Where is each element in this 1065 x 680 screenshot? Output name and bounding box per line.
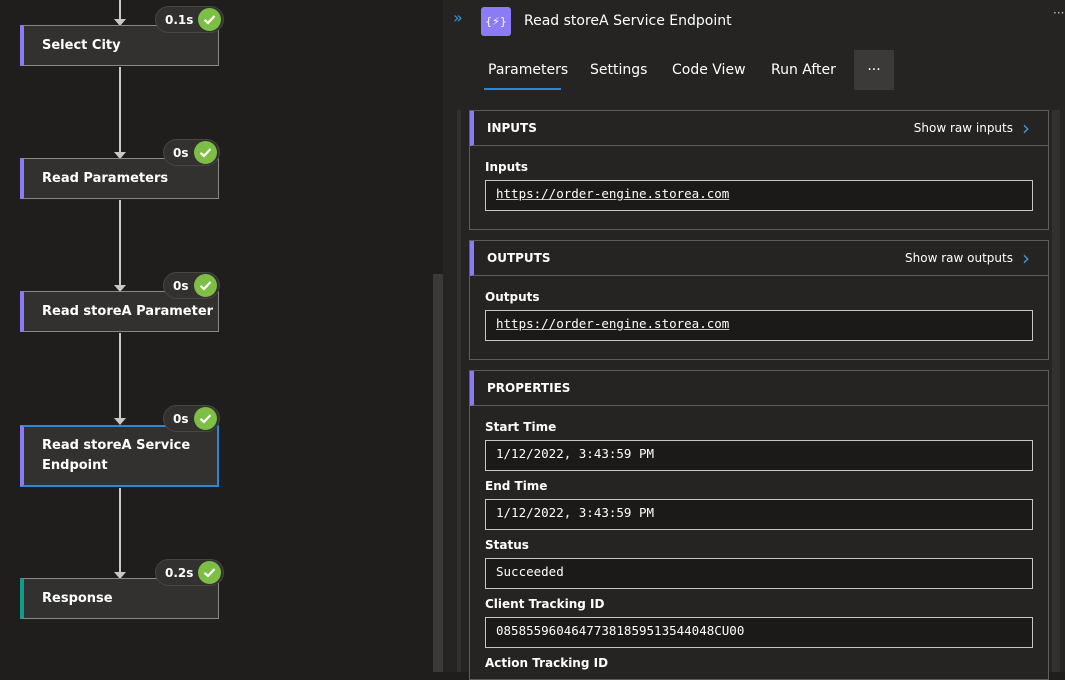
panel-scrollbar-thumb[interactable] — [1052, 110, 1060, 672]
end-time-value: 1/12/2022, 3:43:59 PM — [485, 499, 1033, 530]
duration-badge: 0.1s — [155, 6, 225, 33]
duration-badge: 0s — [163, 139, 220, 166]
success-check-icon — [198, 561, 222, 584]
start-time-value: 1/12/2022, 3:43:59 PM — [485, 440, 1033, 471]
inputs-label: Inputs — [485, 160, 529, 174]
chevron-right-icon: › — [1022, 246, 1030, 270]
client-tracking-id-label: Client Tracking ID — [485, 597, 605, 611]
outputs-header[interactable]: OUTPUTS Show raw outputs › — [470, 241, 1048, 276]
outputs-value[interactable]: https://order-engine.storea.com — [485, 310, 1033, 341]
duration-text: 0.1s — [165, 12, 194, 27]
action-tracking-id-label: Action Tracking ID — [485, 656, 609, 670]
inputs-url[interactable]: https://order-engine.storea.com — [496, 186, 729, 201]
inputs-section: INPUTS Show raw inputs › — [469, 110, 1049, 230]
tab-settings[interactable]: Settings — [590, 62, 647, 78]
tab-run-after[interactable]: Run After — [771, 62, 836, 78]
start-time-label: Start Time — [485, 420, 557, 434]
step-label: Read storeA Parameter — [42, 304, 214, 319]
duration-badge: 0s — [163, 272, 220, 299]
success-check-icon — [193, 407, 217, 430]
tab-more-button[interactable]: ··· — [854, 50, 894, 90]
outputs-section: OUTPUTS Show raw outputs › — [469, 240, 1049, 360]
inputs-header[interactable]: INPUTS Show raw inputs › — [470, 111, 1048, 146]
section-title: PROPERTIES — [487, 381, 571, 395]
success-check-icon — [193, 274, 217, 297]
step-read-storea-service-endpoint[interactable]: Read storeA Service Endpoint — [20, 425, 219, 487]
status-label: Status — [485, 538, 529, 552]
client-tracking-id-value: 08585596046477381859513544048CU00 — [485, 617, 1033, 648]
success-check-icon — [198, 8, 222, 31]
status-value: Succeeded — [485, 558, 1033, 589]
step-label: Read Parameters — [42, 171, 169, 186]
tab-parameters[interactable]: Parameters — [488, 62, 568, 78]
connector-line — [119, 200, 121, 285]
connector-line — [119, 67, 121, 152]
connector-arrow — [114, 418, 126, 425]
properties-header[interactable]: PROPERTIES — [470, 371, 1048, 406]
end-time-label: End Time — [485, 479, 548, 493]
raw-link-label: Show raw outputs — [905, 251, 1013, 265]
step-label: Response — [42, 591, 113, 606]
connector-line — [119, 333, 121, 418]
collapse-panel-icon[interactable]: » — [453, 8, 463, 27]
duration-badge: 0s — [163, 405, 220, 432]
active-tab-indicator — [484, 88, 561, 90]
outputs-url[interactable]: https://order-engine.storea.com — [496, 316, 729, 331]
tab-code-view[interactable]: Code View — [672, 62, 746, 78]
outputs-label: Outputs — [485, 290, 540, 304]
duration-badge: 0.2s — [155, 559, 225, 586]
panel-left-scroll-strip — [457, 110, 461, 672]
chevron-right-icon: › — [1022, 116, 1030, 140]
duration-text: 0s — [173, 411, 189, 426]
section-title: OUTPUTS — [487, 251, 551, 265]
data-operation-icon: {⚡} — [481, 7, 511, 36]
success-check-icon — [193, 141, 217, 164]
inputs-value[interactable]: https://order-engine.storea.com — [485, 180, 1033, 211]
panel-more-icon[interactable]: ··· — [1053, 6, 1064, 20]
canvas-scrollbar[interactable] — [433, 274, 443, 672]
show-raw-outputs-link[interactable]: Show raw outputs › — [905, 248, 1030, 268]
connector-line — [119, 0, 121, 19]
panel-title: Read storeA Service Endpoint — [524, 13, 732, 29]
duration-text: 0s — [173, 278, 189, 293]
raw-link-label: Show raw inputs — [913, 121, 1013, 135]
section-title: INPUTS — [487, 121, 537, 135]
show-raw-inputs-link[interactable]: Show raw inputs › — [914, 118, 1030, 138]
step-label: Select City — [42, 38, 121, 53]
duration-text: 0.2s — [165, 565, 194, 580]
connector-line — [119, 488, 121, 572]
step-label: Read storeA Service Endpoint — [42, 438, 191, 473]
duration-text: 0s — [173, 145, 189, 160]
